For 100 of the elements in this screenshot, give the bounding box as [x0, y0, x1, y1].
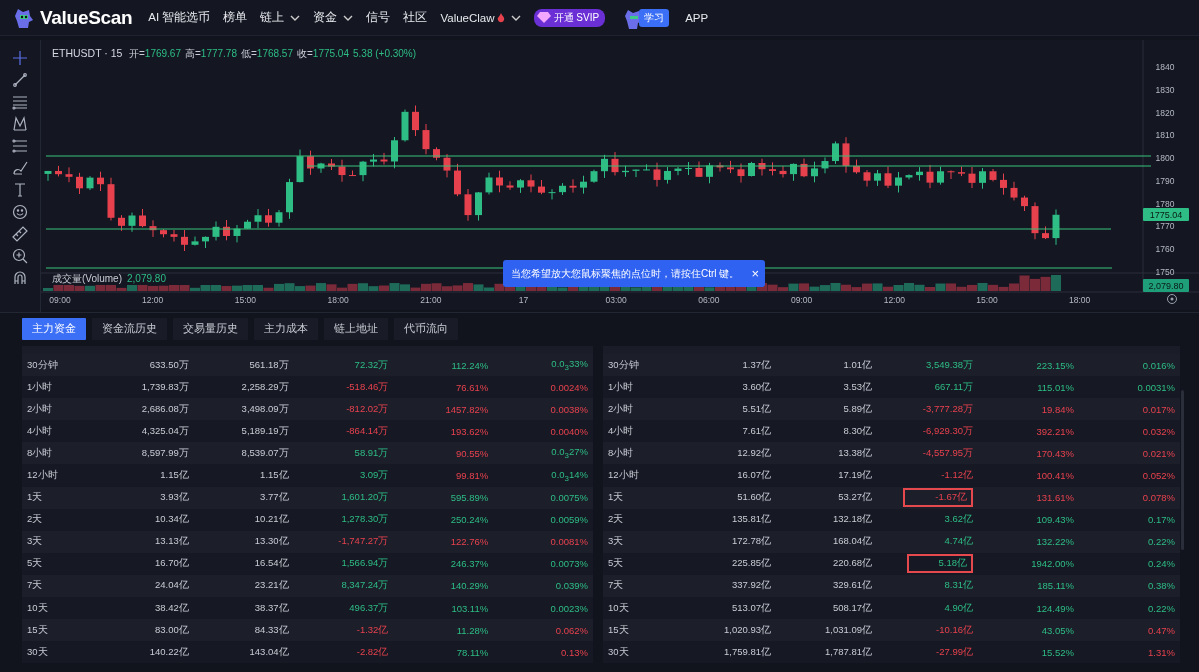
learn-badge[interactable]: 学习 [639, 8, 670, 27]
table-cell-text: 15天 [608, 623, 630, 637]
table-cell-text: 122.76% [449, 536, 489, 548]
table-cell-text: 1,020.93亿 [723, 623, 771, 637]
table-cell-text: 140.22亿 [148, 645, 189, 659]
table-cell-text: 1457.82% [444, 403, 489, 415]
table-cell-text: 30分钟 [608, 358, 640, 372]
table-cell-text: 513.07亿 [730, 601, 771, 615]
time-tick: 12:00 [142, 295, 164, 305]
table-cell-text: 23.21亿 [253, 579, 289, 593]
table-cell-text: 12小时 [27, 469, 59, 482]
nav-link[interactable]: ValueClaw [440, 11, 521, 24]
table-cell-text: 225.85亿 [730, 557, 771, 571]
table-cell-text: 8,597.99万 [140, 446, 189, 460]
table-cell-text: -6,929.30万 [921, 424, 973, 438]
table-cell-text: 0.017% [1141, 403, 1175, 415]
table-cell-text: -518.46万 [345, 380, 389, 394]
ohlc-values: 开=1769.67 高=1777.78 低=1768.57 收=1775.04 5.38 (+0.30%) [129, 48, 417, 59]
table-cell-text: 38.42亿 [154, 601, 189, 615]
table-cell-text: 103.11% [450, 602, 489, 614]
table-cell-text: -812.02万 [345, 402, 389, 416]
table-cell-text: 0.0$_{3}$33% [550, 358, 588, 372]
table-cell-text: 337.92亿 [730, 579, 771, 593]
volume-legend: 成交量(Volume) 2,079.80 [52, 273, 166, 284]
tab[interactable]: 主力成本 [254, 318, 318, 340]
table-cell-text: 12小时 [608, 469, 640, 482]
table-cell-text: 185.11% [1036, 580, 1074, 592]
table-cell-text: -2.82亿 [355, 645, 389, 659]
table-cell-text: 7.61亿 [741, 424, 771, 438]
time-tick: 15:00 [234, 295, 257, 305]
table-cell-text: 0.17% [1147, 514, 1175, 526]
table-cell-text: 3,498.09万 [240, 402, 289, 416]
table-cell-text: 5.89亿 [842, 402, 872, 416]
table-cell-text: 220.68亿 [831, 557, 872, 571]
nav-link[interactable]: 信号 [366, 10, 391, 25]
table-cell-text: 0.38% [1147, 580, 1175, 592]
tab[interactable]: 代币流向 [394, 318, 458, 340]
table-cell-text: 0.021% [1141, 447, 1175, 459]
table-cell-text: 3天 [27, 535, 44, 549]
table-cell-text: -1.32亿 [355, 623, 389, 637]
table-cell-text: 4小时 [27, 424, 54, 438]
close-button[interactable]: × [751, 267, 759, 280]
nav-link[interactable]: 榜单 [223, 10, 248, 25]
table-cell-text: 1,566.94万 [340, 557, 389, 571]
nav-link[interactable]: 链上 [260, 10, 301, 25]
table-cell-text: 5.51亿 [741, 402, 771, 416]
table-cell-text: 5,189.19万 [240, 424, 289, 438]
table-cell-text: 3.62亿 [943, 513, 973, 527]
table-cell-text: 223.15% [1035, 359, 1074, 371]
brand-name[interactable]: ValueScan [40, 6, 133, 29]
price-tick: 1750 [1155, 266, 1175, 277]
time-tick: 12:00 [883, 295, 905, 305]
table-cell-text: -27.99亿 [935, 645, 973, 659]
table-cell-text: -10.16亿 [935, 623, 973, 637]
table-cell-text: 2,258.29万 [240, 380, 289, 394]
table-cell-text: 561.18万 [248, 358, 289, 372]
table-cell-text: 0.22% [1147, 536, 1175, 548]
price-tick: 1820 [1155, 107, 1175, 118]
table-cell-text: 1天 [608, 491, 625, 505]
table-cell-text: 8小时 [608, 446, 635, 460]
table-cell-text: 53.27亿 [837, 491, 872, 505]
table-cell-text: 43.05% [1040, 624, 1074, 636]
table-cell-text: 1.37亿 [741, 358, 771, 372]
table-cell-text: 0.032% [1141, 425, 1175, 437]
table-cell-text: 0.0038% [549, 403, 588, 415]
table-cell-text: 0.0$_{3}$27% [550, 446, 588, 461]
table-cell-text: 508.17亿 [831, 601, 872, 615]
table-cell-text: 83.00亿 [154, 623, 189, 637]
table-cell-text: 3.77亿 [259, 491, 289, 505]
table-cell-text: 8小时 [27, 446, 54, 460]
price-tick: 1830 [1155, 84, 1175, 95]
app-link[interactable]: APP [685, 11, 709, 24]
table-cell-text: 2小时 [27, 402, 54, 416]
table-cell-text: 0.052% [1141, 470, 1175, 481]
tab[interactable]: 资金流历史 [92, 318, 167, 340]
table-cell-text: 250.24% [449, 514, 489, 526]
table-cell-text: 7天 [608, 579, 625, 593]
table-cell-text: 0.062% [554, 624, 588, 636]
svip-badge[interactable]: 开通 SVIP [533, 8, 606, 27]
table-cell-text: 0.22% [1147, 602, 1175, 614]
tab[interactable]: 交易量历史 [173, 318, 248, 340]
table-cell-text: 99.81% [454, 470, 489, 481]
nav-link[interactable]: 资金 [313, 10, 354, 25]
table-cell-text: 10天 [608, 601, 630, 615]
table-cell-text: 115.01% [1036, 381, 1074, 393]
tab[interactable]: 链上地址 [324, 318, 388, 340]
time-tick: 21:00 [420, 295, 442, 305]
nav-link[interactable]: AI 智能选币 [148, 10, 211, 25]
nav-link[interactable]: 社区 [403, 10, 428, 25]
table-cell-text: 30天 [608, 645, 630, 659]
table-cell-text: 30天 [27, 645, 49, 659]
price-tick: 1780 [1155, 198, 1175, 209]
table-cell-text: 109.43% [1035, 514, 1074, 526]
tab[interactable]: 主力资金 [22, 318, 86, 340]
table-cell-text: 124.49% [1035, 602, 1074, 614]
table-cell-text: 1,031.09亿 [824, 623, 872, 637]
table-cell-text: 0.24% [1147, 558, 1175, 570]
table-cell-text: 15天 [27, 623, 49, 637]
price-tick: 1840 [1155, 62, 1175, 72]
table-cell-text: -1,747.27万 [337, 535, 389, 549]
